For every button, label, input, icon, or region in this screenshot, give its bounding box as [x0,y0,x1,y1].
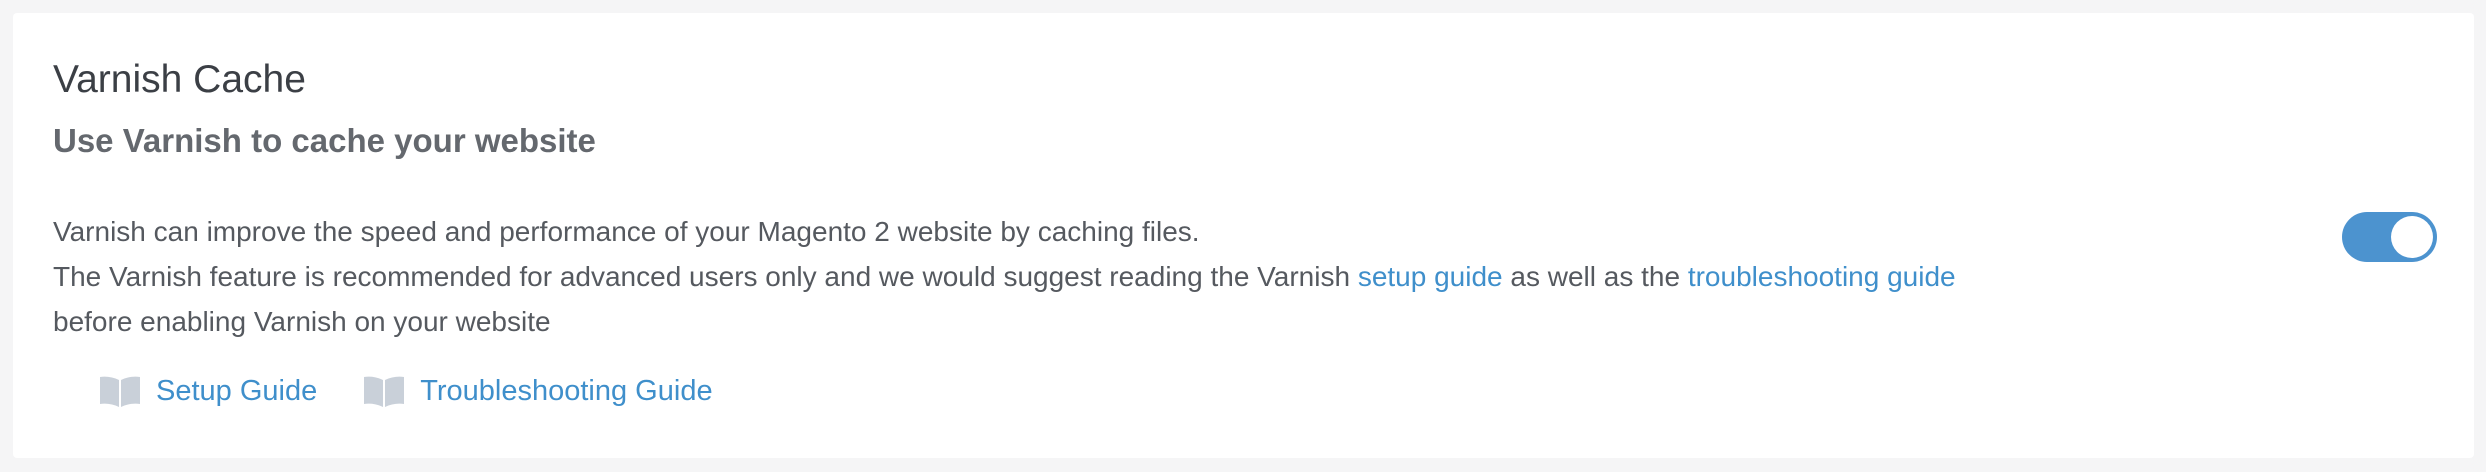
card-subtitle: Use Varnish to cache your website [53,122,596,159]
description-line-2: The Varnish feature is recommended for a… [53,254,1956,299]
troubleshooting-guide-link[interactable]: Troubleshooting Guide [420,376,712,406]
setup-guide-item[interactable]: Setup Guide [99,375,317,407]
description-line-2-prefix: The Varnish feature is recommended for a… [53,261,1358,292]
varnish-cache-card: Varnish Cache Use Varnish to cache your … [13,13,2474,458]
varnish-toggle-switch[interactable] [2342,212,2437,262]
setup-guide-link[interactable]: Setup Guide [156,376,317,406]
description-line-2-middle: as well as the [1502,261,1688,292]
troubleshooting-guide-item[interactable]: Troubleshooting Guide [363,375,713,407]
guide-links: Setup Guide Troubleshooting Guide [99,375,759,407]
description-line-1: Varnish can improve the speed and perfor… [53,216,1200,247]
book-icon [99,375,141,407]
card-description: Varnish can improve the speed and perfor… [53,209,1956,344]
book-icon [363,375,405,407]
toggle-knob [2391,216,2433,258]
card-title: Varnish Cache [53,58,306,101]
setup-guide-inline-link[interactable]: setup guide [1358,261,1503,292]
troubleshooting-guide-inline-link[interactable]: troubleshooting guide [1688,261,1956,292]
description-line-3: before enabling Varnish on your website [53,306,551,337]
